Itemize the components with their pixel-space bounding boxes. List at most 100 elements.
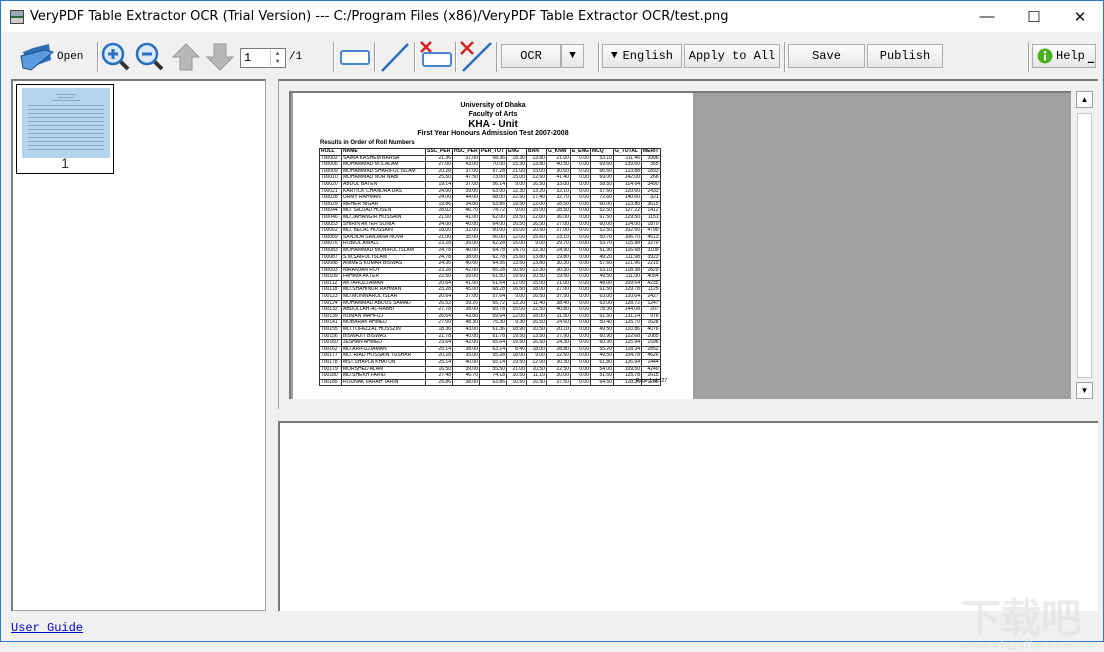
table-cell: 1444 [641, 359, 661, 367]
table-cell: 38.00 [452, 378, 480, 387]
table-cell: 10.50 [526, 273, 547, 281]
table-cell: 120.64 [613, 293, 642, 301]
table-cell: 22.50 [546, 365, 571, 374]
table-cell: 15.00 [526, 279, 547, 288]
vertical-scrollbar[interactable]: ▲ ▼ [1076, 91, 1093, 399]
table-cell: 12.00 [506, 312, 527, 321]
table-cell: 39.00 [452, 187, 480, 196]
table-row: 700155 MD.TOFAZZAL HOSSZIN 18.36 43.00 61.36… [319, 326, 661, 334]
table-cell: 700044 [319, 207, 342, 215]
table-cell: 4054 [641, 273, 661, 281]
save-button[interactable]: Save [788, 44, 865, 68]
minimize-button[interactable]: — [964, 1, 1010, 32]
table-cell: 700002 [319, 154, 342, 163]
table-cell: 60.30 [590, 339, 614, 347]
language-dropdown[interactable]: ▼ English [602, 44, 682, 68]
output-panel[interactable] [278, 421, 1098, 611]
table-cell: 26.64 [425, 312, 453, 321]
folder-open-icon [20, 44, 55, 71]
table-cell: 700076 [319, 240, 342, 248]
table-cell: 104.78 [613, 352, 642, 360]
close-button[interactable]: ✕ [1057, 1, 1103, 32]
table-cell: 0.00 [570, 246, 591, 255]
table-cell: 700109 [319, 273, 342, 281]
table-cell: 11.10 [526, 372, 547, 380]
zoom-in-button[interactable] [101, 41, 131, 73]
table-cell: 140.60 [613, 194, 642, 202]
table-cell: 30.60 [546, 167, 571, 176]
help-button[interactable]: Help ▁ [1032, 44, 1096, 68]
scroll-thumb[interactable] [1077, 113, 1092, 378]
table-cell: 27.00 [425, 161, 453, 169]
table-cell: 16.50 [425, 365, 453, 374]
page-thumbnail[interactable]: 1 [16, 84, 114, 174]
delete-line-button[interactable] [458, 40, 494, 72]
app-icon [10, 9, 24, 24]
document-viewport[interactable]: University of Dhaka Faculty of Arts KHA … [289, 91, 1071, 399]
apply-to-all-button[interactable]: Apply to All [684, 44, 780, 68]
draw-line-button[interactable] [378, 41, 412, 73]
table-cell: 24.00 [425, 194, 453, 202]
table-cell: 56.14 [479, 180, 507, 189]
table-cell: 15.00 [506, 227, 527, 235]
table-row: 700088 ANIMES KUMAR BISWAS 24.36 40.00 64.36… [319, 260, 661, 268]
zoom-out-button[interactable] [135, 41, 165, 73]
page-number-input[interactable]: 1 ▲ ▼ [240, 48, 286, 68]
previous-page-button[interactable] [171, 41, 201, 73]
table-cell: 35.00 [452, 352, 480, 360]
table-cell: 28.02 [425, 207, 453, 215]
draw-rectangle-button[interactable] [338, 43, 372, 71]
table-cell: 48.00 [590, 279, 614, 288]
window-title: VeryPDF Table Extractor OCR (Trial Versi… [30, 9, 729, 24]
delete-rectangle-button[interactable] [417, 40, 453, 72]
table-cell: 0.00 [570, 326, 591, 334]
table-cell: 37.00 [452, 154, 480, 163]
maximize-button[interactable]: ☐ [1011, 1, 1057, 32]
table-cell: 70.00 [479, 161, 507, 169]
next-page-button[interactable] [205, 41, 235, 73]
table-cell: 40.50 [546, 161, 571, 169]
table-cell: 56.00 [479, 233, 507, 242]
scroll-up-button[interactable]: ▲ [1076, 91, 1093, 108]
toolbar-separator [333, 42, 335, 72]
ocr-dropdown-button[interactable]: ▼ [561, 44, 584, 68]
table-cell: 65.78 [479, 306, 507, 314]
table-cell: 31.50 [546, 312, 571, 321]
table-cell: 74.72 [479, 207, 507, 215]
language-label: English [622, 49, 674, 63]
table-cell: 43.00 [452, 161, 480, 169]
table-cell: 63.86 [479, 378, 507, 387]
table-cell: 4790 [641, 227, 661, 235]
table-cell: 131.14 [613, 312, 642, 321]
table-cell: 144.08 [613, 306, 642, 314]
page-spinner[interactable]: ▲ ▼ [270, 50, 284, 66]
user-guide-link[interactable]: User Guide [11, 621, 83, 635]
scroll-down-button[interactable]: ▼ [1076, 382, 1093, 399]
ocr-button[interactable]: OCR [501, 44, 561, 68]
table-cell: 700160 [319, 339, 342, 347]
table-cell: 700155 [319, 326, 342, 334]
table-cell: 27.90 [546, 332, 571, 341]
table-cell: 55.20 [590, 345, 614, 354]
table-cell: 57.64 [479, 293, 507, 301]
delete-rectangle-icon [420, 41, 452, 67]
table-cell: 27.48 [425, 372, 453, 380]
table-cell: 16.50 [526, 378, 547, 387]
column-header: NAME [341, 148, 426, 156]
table-cell: 53.70 [590, 240, 614, 248]
table-cell: 12.30 [506, 187, 527, 196]
table-cell: 266 [641, 174, 661, 182]
table-cell: 0.00 [570, 279, 591, 288]
toolbar-separator [97, 42, 99, 72]
table-row: 700002 SAIMA KASHEM BARSA 21.36 37.00 58.36 1… [319, 154, 661, 163]
open-button[interactable]: Open [19, 41, 83, 73]
publish-button[interactable]: Publish [867, 44, 943, 68]
table-cell: 54.00 [590, 365, 614, 374]
table-cell: 2210 [641, 260, 661, 268]
table-cell: 40.00 [452, 220, 480, 229]
table-cell: 75.30 [479, 319, 507, 328]
table-cell: MOHAMMAD M.S.ALAM [341, 161, 426, 169]
help-label: Help [1056, 49, 1085, 63]
table-cell: 40.00 [452, 332, 480, 341]
page-down-icon [205, 43, 235, 71]
